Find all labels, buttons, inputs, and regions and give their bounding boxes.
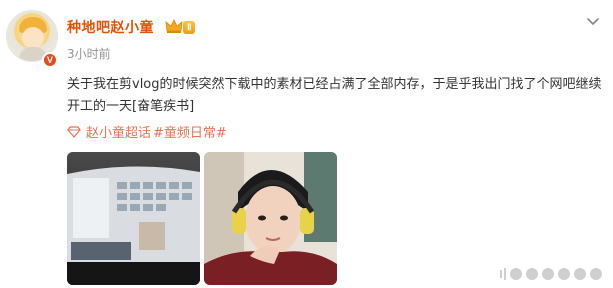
avatar-face bbox=[22, 27, 44, 49]
video-editing-screen-photo bbox=[67, 152, 200, 285]
post-image-2[interactable] bbox=[204, 152, 337, 285]
hashtag-link[interactable]: #童频日常# bbox=[153, 122, 227, 141]
topic-links: 赵小童超话 #童频日常# bbox=[67, 122, 227, 141]
diamond-icon bbox=[67, 125, 81, 138]
playback-waveform-icon bbox=[500, 268, 602, 280]
level-badge: Ⅱ bbox=[183, 21, 196, 34]
crown-icon bbox=[165, 19, 183, 33]
super-topic-link[interactable]: 赵小童超话 bbox=[86, 122, 151, 141]
verified-badge: V bbox=[42, 52, 58, 68]
post-timestamp[interactable]: 3小时前 bbox=[67, 45, 111, 62]
chevron-down-icon[interactable] bbox=[584, 12, 602, 30]
selfie-with-headphones-photo bbox=[204, 152, 337, 285]
post-image-1[interactable] bbox=[67, 152, 200, 285]
username[interactable]: 种地吧赵小童 bbox=[67, 17, 154, 37]
post-content: 关于我在剪vlog的时候突然下载中的素材已经占满了全部内存，于是乎我出门找了个网… bbox=[67, 77, 602, 114]
